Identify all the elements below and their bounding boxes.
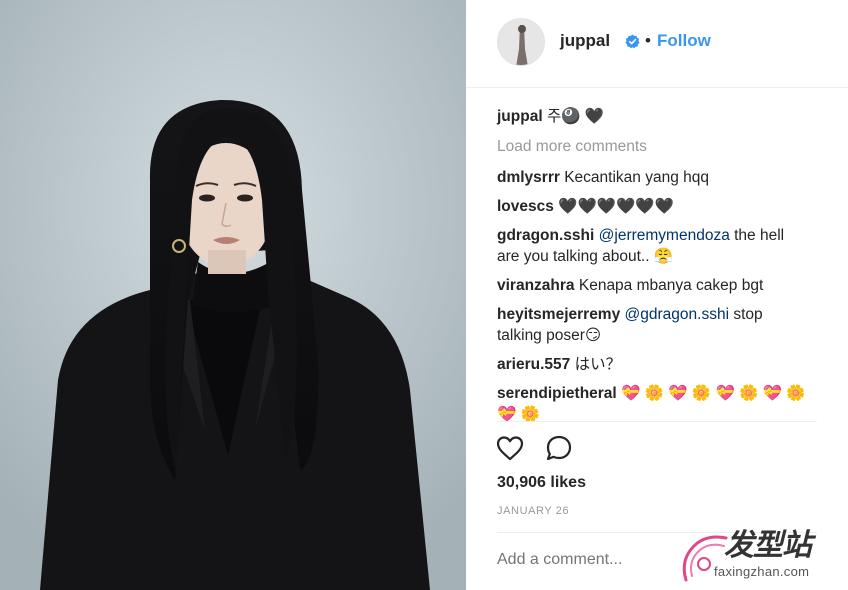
avatar[interactable] — [497, 18, 545, 66]
comment: lovescs 🖤🖤🖤🖤🖤🖤 — [497, 196, 674, 217]
add-comment-input[interactable] — [497, 551, 677, 569]
comment-text: stop — [729, 306, 763, 323]
comment-continuation: talking poser😏 — [497, 325, 601, 346]
comment: serendipietheral 💝 🌼 💝 🌼 💝 🌼 💝 🌼 — [497, 383, 806, 404]
comment-mention[interactable]: @gdragon.sshi — [625, 306, 730, 323]
caption-username[interactable]: juppal — [497, 108, 543, 125]
post-panel: juppal • Follow juppal 주🎱 🖤 Load more co… — [466, 0, 848, 590]
comment: gdragon.sshi @jerremymendoza the hell — [497, 225, 784, 246]
header-separator: • — [645, 31, 651, 50]
comment-username[interactable]: gdragon.sshi — [497, 227, 594, 244]
heart-icon[interactable] — [495, 433, 525, 463]
header-username[interactable]: juppal — [560, 31, 610, 51]
comment-text: Kenapa mbanya cakep bgt — [578, 277, 764, 294]
post-photo[interactable] — [0, 0, 466, 590]
comment-text: the hell — [729, 227, 785, 244]
comment-bubble-icon[interactable] — [544, 433, 574, 463]
comment-mention[interactable]: @jerremymendoza — [599, 227, 730, 244]
comment-username[interactable]: arieru.557 — [497, 356, 570, 373]
comment-username[interactable]: dmlysrrr — [497, 169, 560, 186]
comment-username[interactable]: lovescs — [497, 198, 554, 215]
post-date: JANUARY 26 — [497, 505, 570, 517]
comment-username[interactable]: viranzahra — [497, 277, 575, 294]
likes-count[interactable]: 30,906 likes — [497, 474, 586, 492]
caption-text: 주🎱 🖤 — [546, 108, 605, 125]
watermark-brand: 发型站 — [724, 528, 812, 563]
divider — [497, 421, 817, 422]
comment: heyitsmejerremy @gdragon.sshi stop — [497, 304, 763, 325]
comment: viranzahra Kenapa mbanya cakep bgt — [497, 275, 763, 296]
watermark-url: faxingzhan.com — [714, 564, 810, 579]
follow-button[interactable]: Follow — [657, 31, 711, 51]
post-header: juppal • Follow — [466, 0, 848, 88]
portrait-image — [0, 0, 466, 590]
comment-text: are you talking about.. 😤 — [497, 248, 674, 265]
comment-username[interactable]: heyitsmejerremy — [497, 306, 620, 323]
comment-continuation: are you talking about.. 😤 — [497, 246, 673, 267]
comment-text: talking poser😏 — [497, 327, 602, 344]
caption: juppal 주🎱 🖤 — [497, 106, 604, 127]
comment-text: Kecantikan yang hqq — [564, 169, 709, 186]
verified-badge-icon — [625, 34, 640, 49]
comment: arieru.557 はい？ — [497, 354, 621, 375]
comment-text: 🖤🖤🖤🖤🖤🖤 — [558, 198, 674, 215]
comment-username[interactable]: serendipietheral — [497, 385, 617, 402]
comment-text: はい？ — [574, 356, 622, 373]
comment: dmlysrrr Kecantikan yang hqq — [497, 167, 709, 188]
load-more-comments-link[interactable]: Load more comments — [497, 138, 647, 155]
comment-text: 💝 🌼 💝 🌼 💝 🌼 💝 🌼 — [621, 385, 806, 402]
watermark: 发型站 faxingzhan.com — [676, 520, 846, 586]
